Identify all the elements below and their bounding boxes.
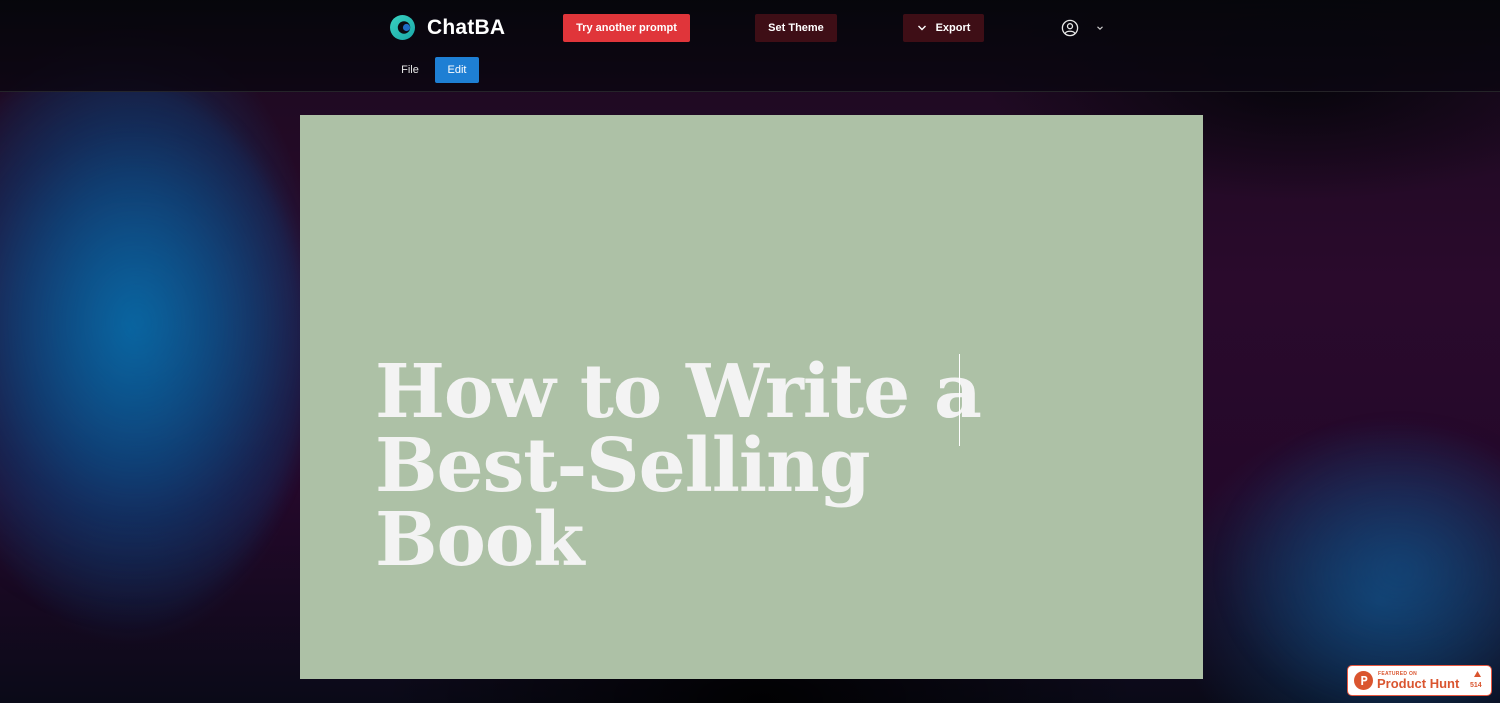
user-menu-chevron-icon[interactable] [1096, 24, 1104, 32]
set-theme-button[interactable]: Set Theme [755, 14, 837, 42]
user-circle-icon[interactable] [1061, 19, 1079, 37]
badge-upvote-count: 514 [1470, 682, 1482, 689]
menu-edit[interactable]: Edit [435, 57, 479, 83]
text-caret [959, 354, 960, 446]
background-blob-right [1220, 420, 1500, 703]
upvote-triangle-icon [1474, 671, 1481, 677]
top-header: ChatBA Try another prompt Set Theme Expo… [0, 0, 1500, 92]
chevron-down-icon [917, 25, 926, 31]
brand-name[interactable]: ChatBA [427, 16, 505, 40]
product-hunt-logo-icon [1354, 671, 1373, 690]
try-another-prompt-button[interactable]: Try another prompt [563, 14, 690, 42]
slide-title[interactable]: How to Write a Best-Selling Book [375, 355, 995, 577]
export-button[interactable]: Export [903, 14, 984, 42]
product-hunt-badge[interactable]: FEATURED ON Product Hunt 514 [1347, 665, 1492, 696]
menu-file[interactable]: File [393, 57, 427, 83]
background-blob-left [0, 70, 310, 630]
export-button-label: Export [935, 22, 971, 34]
chatba-logo-icon[interactable] [390, 15, 415, 40]
badge-name: Product Hunt [1377, 676, 1460, 691]
slide-canvas[interactable]: How to Write a Best-Selling Book [300, 115, 1203, 679]
